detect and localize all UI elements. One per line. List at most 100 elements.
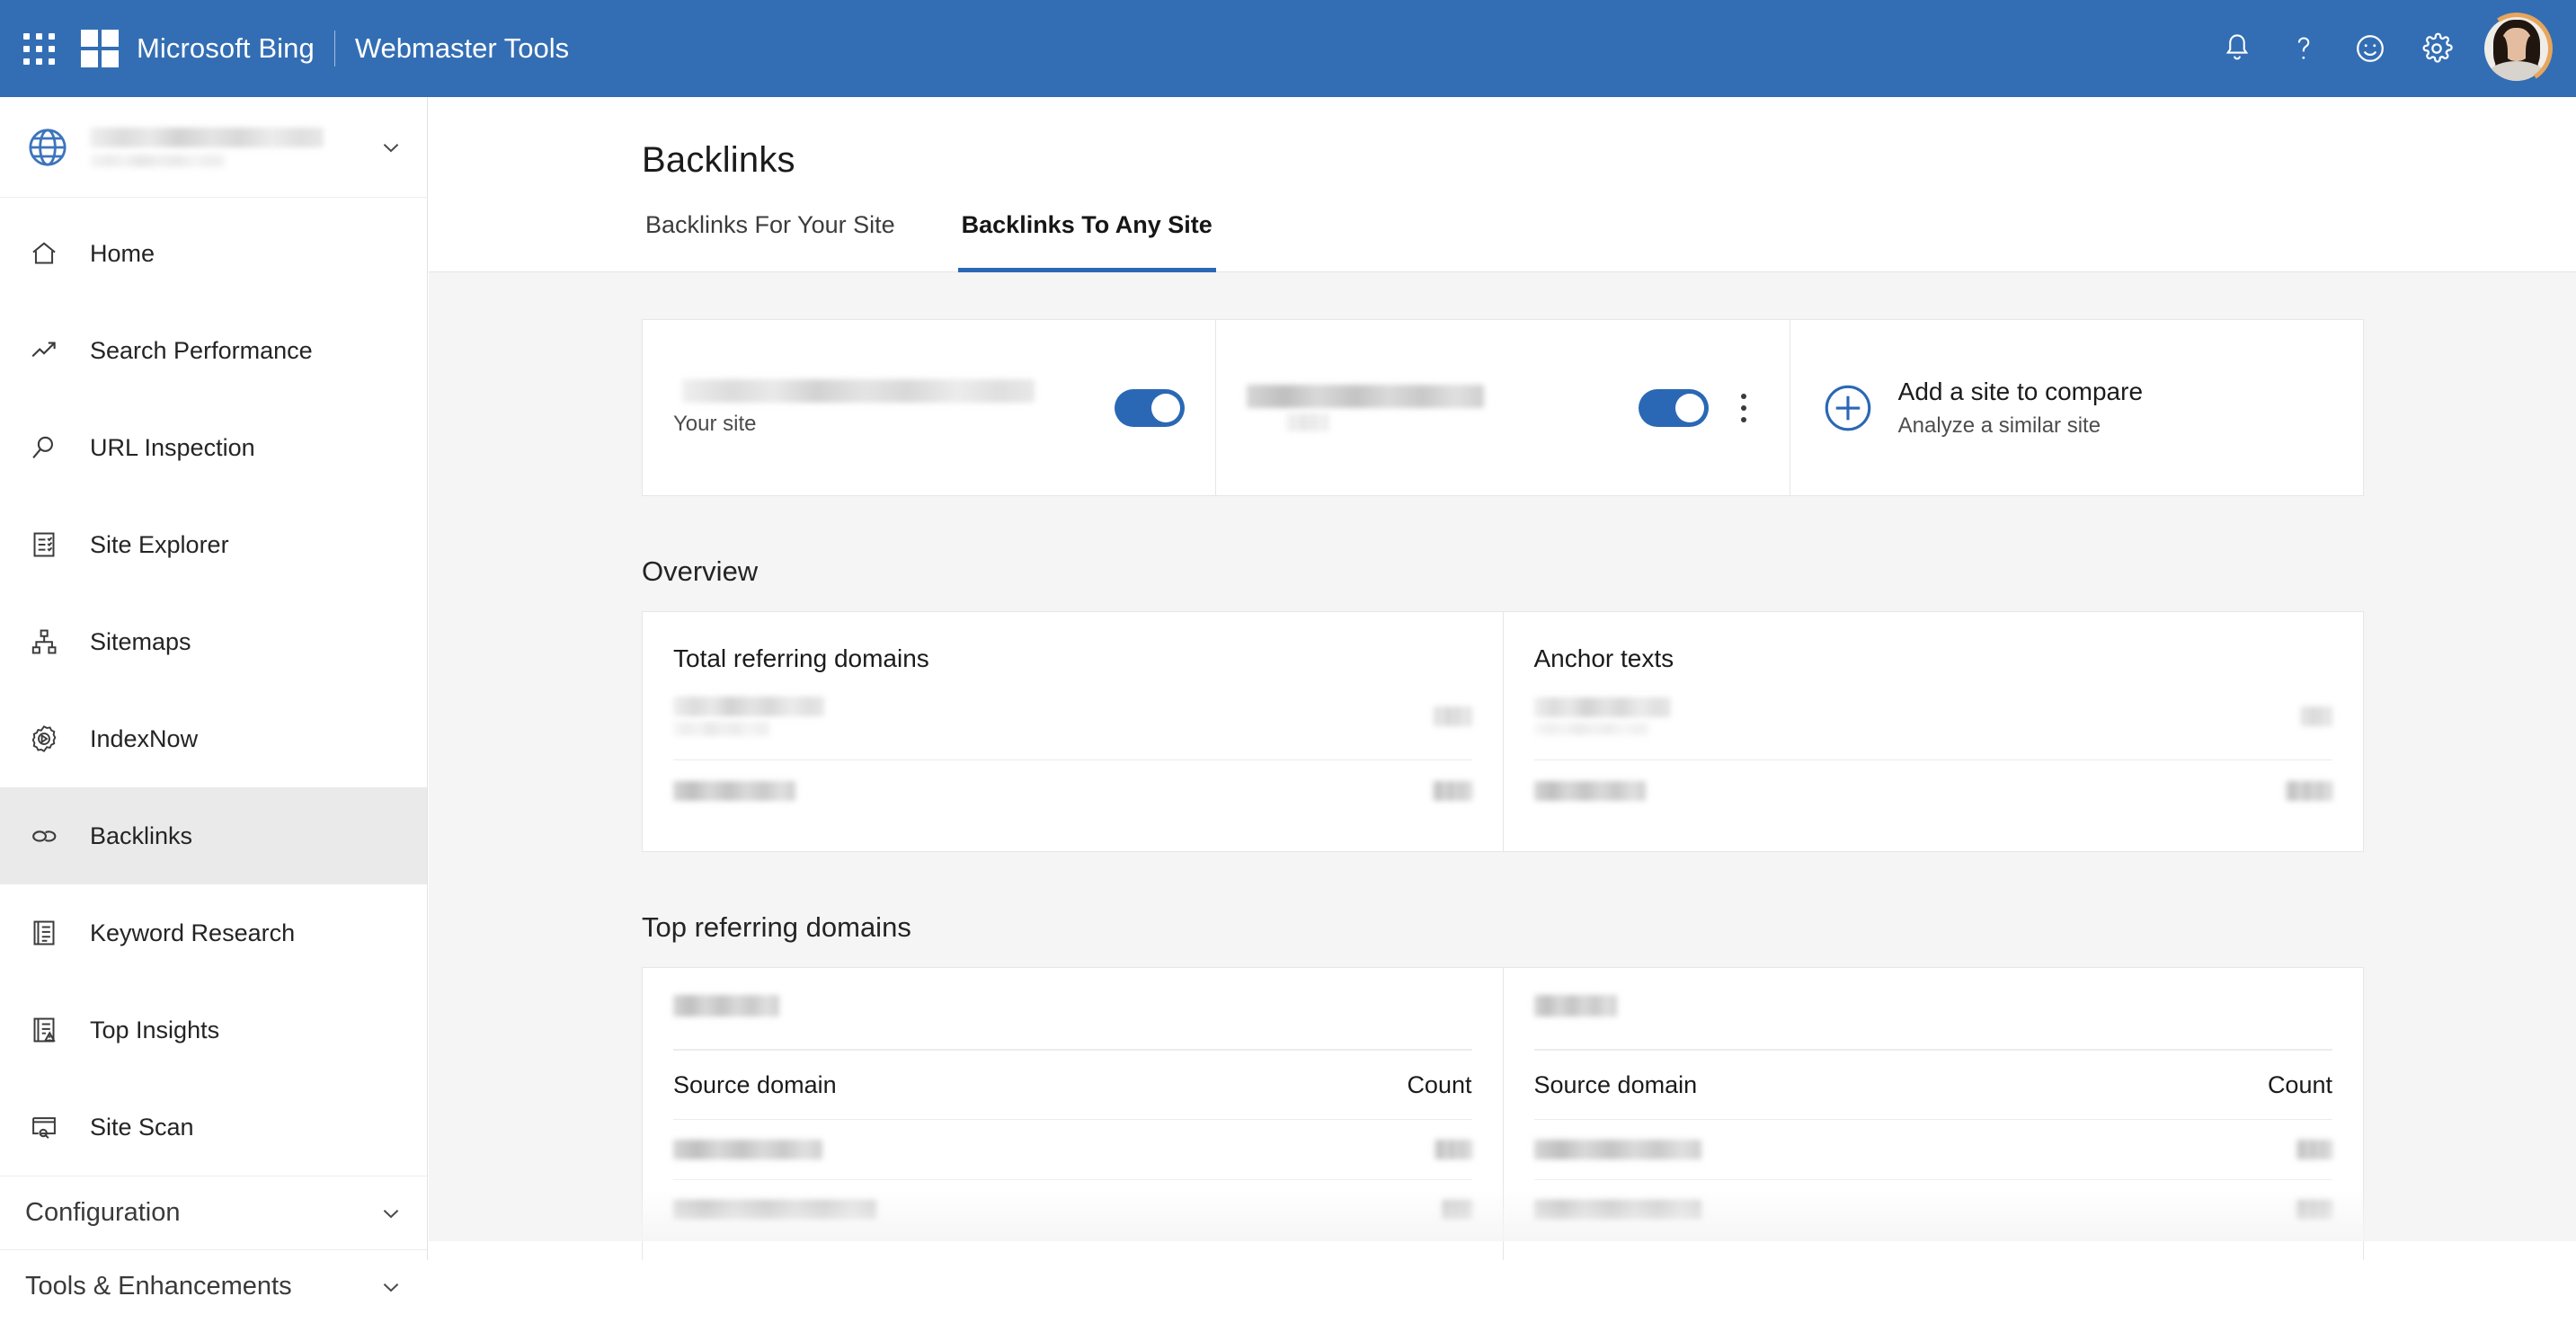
sidebar-item-url-inspection[interactable]: URL Inspection: [0, 399, 427, 496]
sidebar-item-keyword-research[interactable]: Keyword Research: [0, 884, 427, 981]
selected-site-name: [90, 127, 378, 167]
bell-icon[interactable]: [2204, 15, 2270, 82]
top-header-bar: Microsoft Bing Webmaster Tools: [0, 0, 2576, 97]
kebab-dot: [1740, 416, 1746, 422]
top-referring-table-secondary: Source domain Count: [1502, 968, 2364, 1260]
table-header-row: Source domain Count: [673, 1051, 1472, 1119]
chevron-down-icon[interactable]: [378, 135, 404, 160]
overview-row-value: [1432, 780, 1472, 801]
redacted-block: [2296, 1140, 2332, 1159]
sidebar-item-sitemaps[interactable]: Sitemaps: [0, 593, 427, 690]
sidebar-group-label: Configuration: [25, 1198, 181, 1227]
redacted-block: [1533, 697, 1671, 717]
checklist-icon: [25, 526, 63, 564]
table-row[interactable]: [673, 1120, 1472, 1179]
cell-source-domain: [1533, 1140, 1701, 1159]
compare-card-more-menu[interactable]: [1728, 393, 1759, 422]
compare-toggle[interactable]: [1115, 388, 1186, 427]
sidebar-item-label: Top Insights: [90, 1016, 220, 1043]
sidebar-item-label: IndexNow: [90, 724, 199, 752]
sidebar-item-label: Backlinks: [90, 821, 193, 849]
avatar[interactable]: [2474, 5, 2560, 92]
redacted-block: [1533, 995, 1617, 1017]
sidebar-item-site-scan[interactable]: Site Scan: [0, 1079, 427, 1176]
compare-toggle[interactable]: [1638, 388, 1709, 427]
table-header-row: Source domain Count: [1534, 1051, 2333, 1119]
redacted-block: [1533, 723, 1649, 735]
kebab-dot: [1740, 393, 1746, 399]
waffle-dot: [23, 58, 30, 65]
redacted-block: [1441, 1199, 1472, 1220]
logo-square: [102, 30, 119, 47]
question-icon[interactable]: [2270, 15, 2337, 82]
overview-row-label: [1533, 780, 1646, 801]
sidebar-item-label: Sitemaps: [90, 627, 191, 655]
table-row[interactable]: [1533, 1179, 2332, 1239]
sidebar-item-label: Site Explorer: [90, 530, 229, 558]
add-site-title: Add a site to compare: [1897, 377, 2144, 405]
sidebar-item-indexnow[interactable]: IndexNow: [0, 690, 427, 787]
waffle-dot: [36, 33, 42, 40]
redacted-block: [2300, 706, 2332, 726]
cell-count: [2296, 1199, 2332, 1220]
toggle-knob: [1151, 393, 1181, 422]
chevron-down-icon[interactable]: [378, 1201, 404, 1226]
top-referring-domains-heading: Top referring domains: [642, 911, 911, 943]
product-name[interactable]: Webmaster Tools: [355, 32, 569, 65]
sidebar-item-backlinks[interactable]: Backlinks: [0, 787, 427, 884]
sidebar-item-home[interactable]: Home: [0, 205, 427, 302]
plus-circle-icon: [1821, 381, 1875, 435]
overview-row-value: [1432, 706, 1472, 726]
cell-count: [2296, 1140, 2332, 1159]
app-launcher-icon[interactable]: [20, 30, 58, 67]
waffle-dot: [23, 33, 30, 40]
compare-card-info: Your site: [673, 378, 1115, 437]
column-header-count: Count: [2267, 1070, 2332, 1098]
chevron-down-icon[interactable]: [378, 1274, 404, 1300]
sidebar-item-site-explorer[interactable]: Site Explorer: [0, 496, 427, 593]
compare-card-sublabel: Your site: [673, 411, 757, 436]
tab-backlinks-for-your-site[interactable]: Backlinks For Your Site: [642, 211, 899, 271]
trending-up-icon: [25, 332, 63, 369]
cell-count: [1434, 1140, 1472, 1159]
waffle-dot: [36, 46, 42, 52]
compare-card-your-site[interactable]: Your site: [643, 320, 1215, 495]
globe-icon: [25, 125, 70, 170]
redacted-block: [1247, 384, 1485, 408]
add-site-to-compare-button[interactable]: Add a site to compare Analyze a similar …: [1789, 320, 2363, 495]
overview-card-title: Total referring domains: [673, 644, 929, 672]
sidebar-item-label: Keyword Research: [90, 919, 296, 946]
overview-card-total-referring-domains: Total referring domains: [643, 612, 1503, 851]
waffle-dot: [49, 58, 55, 65]
header-actions: [2204, 0, 2576, 97]
sidebar-item-search-performance[interactable]: Search Performance: [0, 302, 427, 399]
compare-card-info: [1247, 384, 1638, 431]
compare-site-name: [1247, 384, 1638, 431]
waffle-dot: [23, 46, 30, 52]
sidebar-group-tools-enhancements[interactable]: Tools & Enhancements: [0, 1249, 427, 1323]
add-site-text-block: Add a site to compare Analyze a similar …: [1898, 377, 2143, 439]
table-row[interactable]: [673, 1179, 1472, 1239]
sidebar-item-top-insights[interactable]: Top Insights: [0, 981, 427, 1079]
sidebar-item-label: URL Inspection: [90, 433, 255, 461]
smiley-icon[interactable]: [2337, 15, 2403, 82]
overview-row-label: [673, 697, 824, 736]
compare-card-second-site[interactable]: [1215, 320, 1789, 495]
microsoft-logo-icon: [81, 30, 119, 67]
table-site-label: [1533, 995, 2333, 1026]
site-compare-strip: Your site Add a site to compare Analyze …: [642, 319, 2364, 496]
top-referring-table-primary: Source domain Count: [643, 968, 1503, 1260]
tab-bar: Backlinks For Your Site Backlinks To Any…: [429, 211, 2576, 272]
gear-icon[interactable]: [2403, 15, 2470, 82]
tab-backlinks-to-any-site[interactable]: Backlinks To Any Site: [957, 211, 1216, 272]
cell-source-domain: [673, 1140, 822, 1159]
sidebar-item-label: Home: [90, 239, 155, 267]
waffle-dot: [49, 33, 55, 40]
site-selector[interactable]: [0, 97, 427, 198]
table-row[interactable]: [1533, 1120, 2332, 1179]
sidebar-group-configuration[interactable]: Configuration: [0, 1176, 427, 1249]
scroll-region[interactable]: Your site Add a site to compare Analyze …: [429, 272, 2576, 1260]
brand-name[interactable]: Microsoft Bing: [137, 32, 315, 65]
column-header-count: Count: [1407, 1070, 1472, 1098]
brand-divider: [333, 31, 335, 67]
